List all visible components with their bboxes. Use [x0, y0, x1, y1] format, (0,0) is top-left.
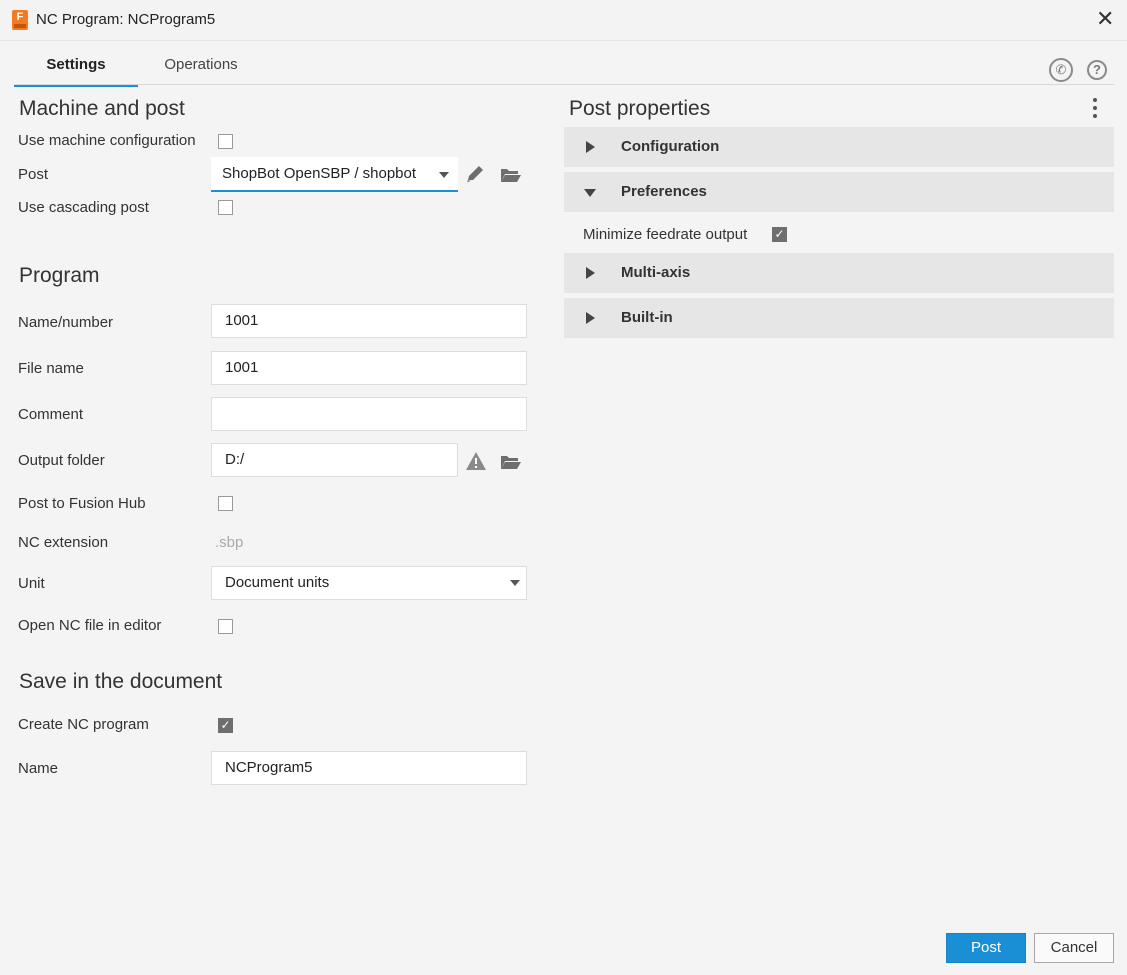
app-icon-letter: F	[16, 11, 24, 23]
group-built-in[interactable]: Built-in	[564, 298, 1114, 338]
close-icon[interactable]: ✕	[1096, 8, 1114, 30]
nc-extension-value: .sbp	[215, 534, 244, 551]
save-name-field[interactable]: NCProgram5	[211, 751, 527, 785]
post-label: Post	[18, 166, 49, 183]
name-number-field[interactable]: 1001	[211, 304, 527, 338]
use-machine-config-checkbox[interactable]	[218, 134, 233, 149]
file-name-field[interactable]: 1001	[211, 351, 527, 385]
group-label: Multi-axis	[621, 264, 691, 281]
unit-dropdown-caret-icon	[510, 580, 520, 586]
cancel-button[interactable]: Cancel	[1034, 933, 1114, 963]
warning-icon	[466, 452, 486, 470]
group-configuration[interactable]: Configuration	[564, 127, 1114, 167]
unit-select-value: Document units	[225, 574, 330, 591]
collapse-triangle-icon	[584, 189, 596, 197]
expand-triangle-icon	[586, 267, 595, 279]
fusion-app-icon: F	[12, 10, 28, 30]
use-cascading-post-label: Use cascading post	[18, 199, 149, 216]
phone-icon[interactable]: ✆	[1049, 58, 1073, 82]
post-dropdown-caret-icon	[439, 172, 449, 178]
post-to-hub-checkbox[interactable]	[218, 496, 233, 511]
unit-label: Unit	[18, 575, 45, 592]
post-to-hub-label: Post to Fusion Hub	[18, 495, 146, 512]
post-folder-open-icon[interactable]	[500, 165, 522, 185]
post-select-value: ShopBot OpenSBP / shopbot	[222, 165, 417, 182]
help-icon[interactable]: ?	[1087, 60, 1107, 80]
group-label: Preferences	[621, 183, 707, 200]
minimize-feedrate-label: Minimize feedrate output	[583, 226, 748, 243]
nc-extension-label: NC extension	[18, 534, 109, 551]
section-heading-save: Save in the document	[19, 670, 223, 693]
group-preferences[interactable]: Preferences	[564, 172, 1114, 212]
create-nc-checkbox[interactable]: ✓	[218, 718, 233, 733]
create-nc-label: Create NC program	[18, 716, 149, 733]
expand-triangle-icon	[586, 312, 595, 324]
comment-label: Comment	[18, 406, 84, 423]
edit-pencil-icon[interactable]	[465, 164, 487, 184]
unit-select[interactable]: Document units	[211, 566, 527, 600]
tab-divider	[14, 84, 1114, 85]
use-cascading-post-checkbox[interactable]	[218, 200, 233, 215]
minimize-feedrate-checkbox[interactable]: ✓	[772, 227, 787, 242]
group-multi-axis[interactable]: Multi-axis	[564, 253, 1114, 293]
post-select[interactable]: ShopBot OpenSBP / shopbot	[211, 157, 458, 192]
output-folder-label: Output folder	[18, 452, 105, 469]
file-name-label: File name	[18, 360, 84, 377]
output-folder-field[interactable]: D:/	[211, 443, 458, 477]
expand-triangle-icon	[586, 141, 595, 153]
output-folder-open-icon[interactable]	[500, 452, 522, 472]
post-properties-heading: Post properties	[569, 97, 711, 120]
use-machine-config-label: Use machine configuration	[18, 132, 196, 149]
group-label: Built-in	[621, 309, 673, 326]
save-name-label: Name	[18, 760, 59, 777]
name-number-label: Name/number	[18, 314, 114, 331]
tab-settings[interactable]: Settings	[14, 56, 138, 87]
tab-operations[interactable]: Operations	[142, 56, 260, 84]
window-title: NC Program: NCProgram5	[36, 11, 216, 28]
section-heading-program: Program	[19, 264, 100, 287]
post-button[interactable]: Post	[946, 933, 1026, 963]
open-nc-checkbox[interactable]	[218, 619, 233, 634]
group-label: Configuration	[621, 138, 720, 155]
more-options-icon[interactable]	[1090, 98, 1100, 120]
comment-field[interactable]	[211, 397, 527, 431]
open-nc-label: Open NC file in editor	[18, 617, 162, 634]
section-heading-machine-and-post: Machine and post	[19, 97, 185, 120]
